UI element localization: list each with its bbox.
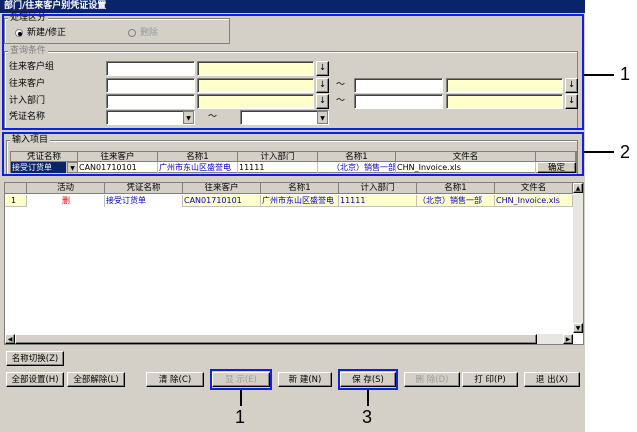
- window-title: 部门/往来客户别凭证设置: [0, 0, 585, 13]
- callout-line-save: [367, 390, 369, 406]
- exit-button[interactable]: 退 出(X): [524, 372, 580, 387]
- table-cell-customer[interactable]: CAN01710101: [183, 195, 261, 207]
- table-cell-activity[interactable]: 删: [27, 195, 105, 207]
- name-switch-button[interactable]: 名称切换(Z): [6, 351, 64, 366]
- table-cell-voucher[interactable]: 接受订货单: [105, 195, 183, 207]
- table-cell-dept-name[interactable]: （北京）销售一部: [417, 195, 495, 207]
- delete-button[interactable]: 删 除(D): [404, 372, 460, 387]
- callout-box-save: [338, 369, 398, 390]
- vertical-scrollbar[interactable]: [573, 183, 583, 333]
- table-cell-dept[interactable]: 11111: [339, 195, 417, 207]
- table-header-dept: 计入部门: [339, 183, 417, 194]
- callout-line-1: [584, 74, 614, 76]
- table-row-number: 1: [5, 195, 27, 207]
- table-header-file: 文件名: [495, 183, 573, 194]
- new-button[interactable]: 新 建(N): [278, 372, 332, 387]
- table-header-voucher: 凭证名称: [105, 183, 183, 194]
- select-all-button[interactable]: 全部设置(H): [6, 372, 64, 387]
- callout-number-show: 1: [235, 407, 246, 427]
- callout-number-1: 1: [620, 64, 631, 84]
- callout-box-show: [210, 369, 272, 390]
- table-header-activity: 活动: [27, 183, 105, 194]
- table-header-customer-name: 名称1: [261, 183, 339, 194]
- callout-number-2: 2: [620, 142, 631, 162]
- scroll-up-icon[interactable]: ▲: [573, 183, 583, 193]
- table-cell-file[interactable]: CHN_Invoice.xls: [495, 195, 573, 207]
- callout-box-input: [2, 132, 584, 176]
- callout-line-show: [240, 390, 242, 406]
- table-header-dept-name: 名称1: [417, 183, 495, 194]
- scroll-left-icon[interactable]: ◀: [5, 334, 15, 344]
- scroll-down-icon[interactable]: ▼: [573, 323, 583, 333]
- callout-line-2: [584, 151, 614, 153]
- deselect-all-button[interactable]: 全部解除(L): [67, 372, 125, 387]
- callout-box-query: [2, 14, 584, 130]
- table-header-customer: 往来客户: [183, 183, 261, 194]
- scroll-thumb[interactable]: [15, 334, 537, 344]
- table-header-rownum: [5, 183, 27, 194]
- print-button[interactable]: 打 印(P): [462, 372, 518, 387]
- clear-button[interactable]: 清 除(C): [146, 372, 204, 387]
- table-cell-customer-name[interactable]: 广州市东山区盛誉电: [261, 195, 339, 207]
- callout-number-save: 3: [362, 407, 373, 427]
- scroll-right-icon[interactable]: ▶: [563, 334, 573, 344]
